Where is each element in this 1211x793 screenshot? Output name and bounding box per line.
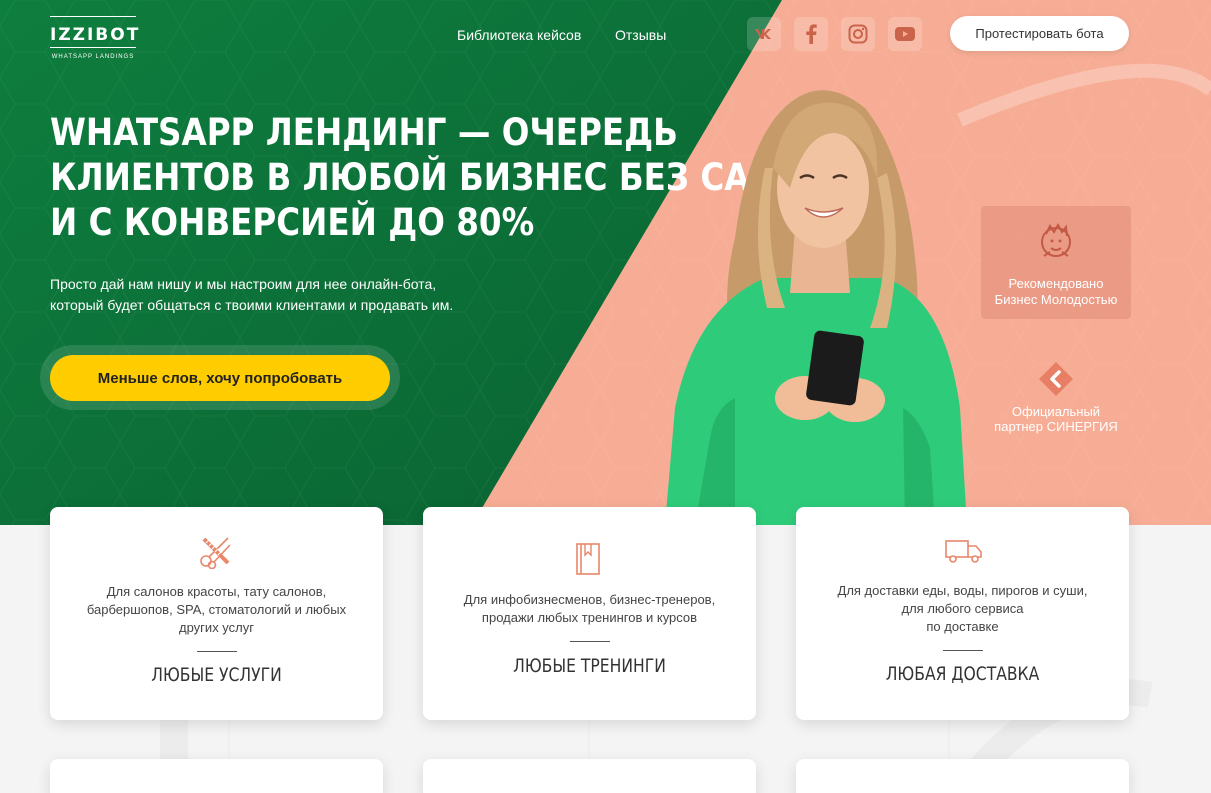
card-desc-line: других услуг xyxy=(179,620,254,635)
vk-icon[interactable] xyxy=(747,17,781,51)
logo-text: IZZIBOT xyxy=(50,25,141,45)
card-description: Для доставки еды, воды, пирогов и суши, … xyxy=(816,582,1109,636)
card-desc-line: Для доставки еды, воды, пирогов и суши, xyxy=(837,583,1088,598)
nav-cases-library[interactable]: Библиотека кейсов xyxy=(457,27,581,43)
youtube-icon[interactable] xyxy=(888,17,922,51)
card-next-row[interactable] xyxy=(50,759,383,793)
card-description: Для инфобизнесменов, бизнес-тренеров, пр… xyxy=(443,591,736,627)
card-divider xyxy=(197,651,237,652)
card-next-row[interactable] xyxy=(423,759,756,793)
card-divider xyxy=(570,641,610,642)
partner-line: Официальный xyxy=(1011,404,1101,419)
subtitle-line: который будет общаться с твоими клиентам… xyxy=(50,297,454,313)
card-title: ЛЮБЫЕ УСЛУГИ xyxy=(151,664,282,686)
recommended-badge: Рекомендовано Бизнес Молодостью xyxy=(981,206,1131,319)
facebook-icon[interactable] xyxy=(794,17,828,51)
headline-line: КЛИЕНТОВ В ЛЮБОЙ БИЗНЕС БЕЗ САЙТА xyxy=(50,156,825,199)
recommended-text: Рекомендовано Бизнес Молодостью xyxy=(981,276,1131,308)
card-divider xyxy=(943,650,983,651)
instagram-icon[interactable] xyxy=(841,17,875,51)
card-desc-line: продажи любых тренингов и курсов xyxy=(481,610,698,625)
card-services[interactable]: Для салонов красоты, тату салонов, барбе… xyxy=(50,507,383,720)
card-description: Для салонов красоты, тату салонов, барбе… xyxy=(70,583,363,637)
card-trainings[interactable]: Для инфобизнесменов, бизнес-тренеров, пр… xyxy=(423,507,756,720)
card-desc-line: Для салонов красоты, тату салонов, xyxy=(106,584,327,599)
card-title: ЛЮБЫЕ ТРЕНИНГИ xyxy=(513,655,666,677)
hero-subtitle: Просто дай нам нишу и мы настроим для не… xyxy=(50,274,490,316)
logo-subtext: WHATSAPP LANDINGS xyxy=(51,54,135,60)
headline-line: WHATSAPP ЛЕНДИНГ — ОЧЕРЕДЬ xyxy=(50,111,678,154)
card-desc-line: Для инфобизнесменов, бизнес-тренеров, xyxy=(463,592,716,607)
card-desc-line: барбершопов, SPA, стоматологий и любых xyxy=(86,602,347,617)
try-now-button[interactable]: Меньше слов, хочу попробовать xyxy=(50,355,390,401)
delivery-truck-icon xyxy=(945,540,982,563)
headline-line: И С КОНВЕРСИЕЙ ДО 80% xyxy=(50,201,535,244)
partner-line: партнер СИНЕРГИЯ xyxy=(994,419,1118,434)
nav-reviews[interactable]: Отзывы xyxy=(615,27,666,43)
recommended-line: Рекомендовано xyxy=(1008,276,1104,291)
subtitle-line: Просто дай нам нишу и мы настроим для не… xyxy=(50,276,437,292)
hero-headline: WHATSAPP ЛЕНДИНГ — ОЧЕРЕДЬ КЛИЕНТОВ В ЛЮ… xyxy=(50,110,825,245)
card-delivery[interactable]: Для доставки еды, воды, пирогов и суши, … xyxy=(796,507,1129,720)
test-bot-button[interactable]: Протестировать бота xyxy=(950,16,1129,51)
logo[interactable]: IZZIBOT WHATSAPP LANDINGS xyxy=(50,16,140,64)
partner-text: Официальный партнер СИНЕРГИЯ xyxy=(985,404,1127,434)
scissors-comb-icon xyxy=(200,537,231,569)
synergy-logo-icon xyxy=(1039,362,1073,396)
book-icon xyxy=(576,543,600,575)
card-desc-line: по доставке xyxy=(926,619,999,634)
hero-section: IZZIBOT WHATSAPP LANDINGS Библиотека кей… xyxy=(0,0,1211,525)
lion-emblem-icon xyxy=(1041,222,1071,257)
woman-with-phone-image xyxy=(665,90,967,525)
card-title: ЛЮБАЯ ДОСТАВКА xyxy=(885,663,1040,685)
card-desc-line: для любого сервиса xyxy=(901,601,1024,616)
card-next-row[interactable] xyxy=(796,759,1129,793)
recommended-line: Бизнес Молодостью xyxy=(994,292,1118,307)
